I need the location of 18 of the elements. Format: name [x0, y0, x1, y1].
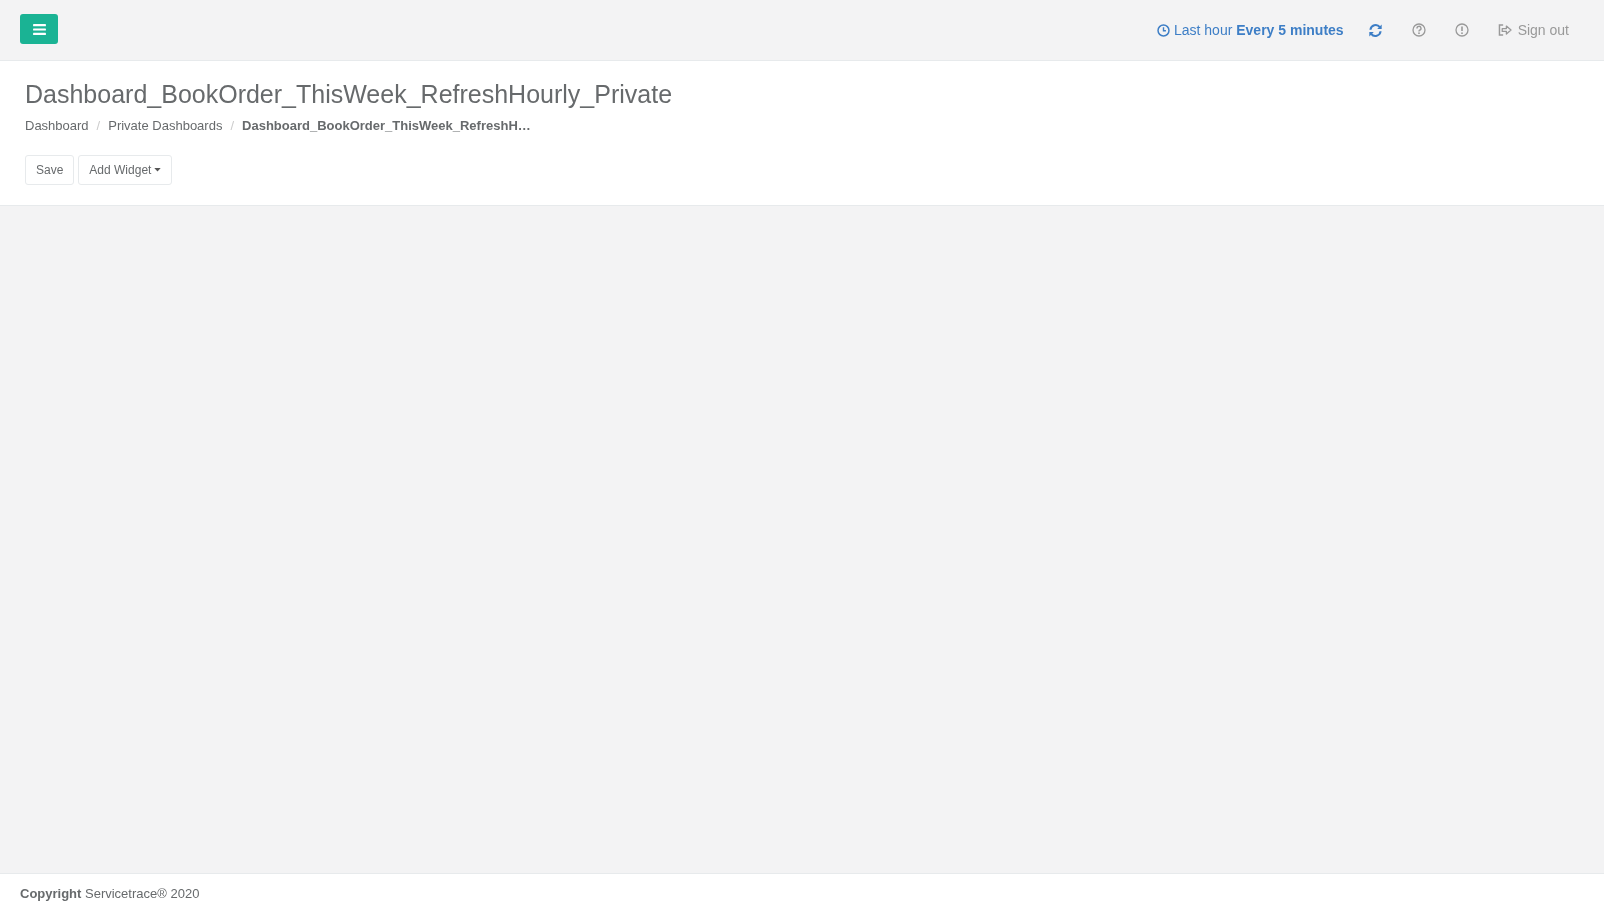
exclamation-icon[interactable] — [1454, 23, 1469, 37]
add-widget-dropdown-button[interactable]: Add Widget — [78, 155, 173, 185]
breadcrumb-separator: / — [229, 117, 236, 135]
clock-icon — [1156, 23, 1170, 37]
refresh-icon[interactable] — [1367, 22, 1383, 38]
page-title: Dashboard_BookOrder_ThisWeek_RefreshHourly_Private — [25, 80, 674, 109]
copyright-text: Copyright Servicetrace® 2020 — [20, 885, 200, 901]
breadcrumb-link[interactable]: Private Dashboards — [108, 117, 223, 135]
breadcrumb-separator: / — [95, 117, 102, 135]
menu-icon — [32, 23, 46, 35]
sign-out-icon — [1497, 24, 1512, 36]
save-button[interactable]: Save — [25, 155, 75, 185]
time-range-link[interactable]: Last hour Every 5 minutes — [1156, 22, 1344, 38]
caret-icon — [154, 168, 162, 172]
breadcrumb-current-item: Dashboard_BookOrder_ThisWeek_RefreshH… — [242, 117, 531, 135]
help-icon[interactable] — [1411, 23, 1426, 37]
menu-button[interactable] — [20, 14, 58, 44]
breadcrumb-link[interactable]: Dashboard — [25, 117, 89, 135]
